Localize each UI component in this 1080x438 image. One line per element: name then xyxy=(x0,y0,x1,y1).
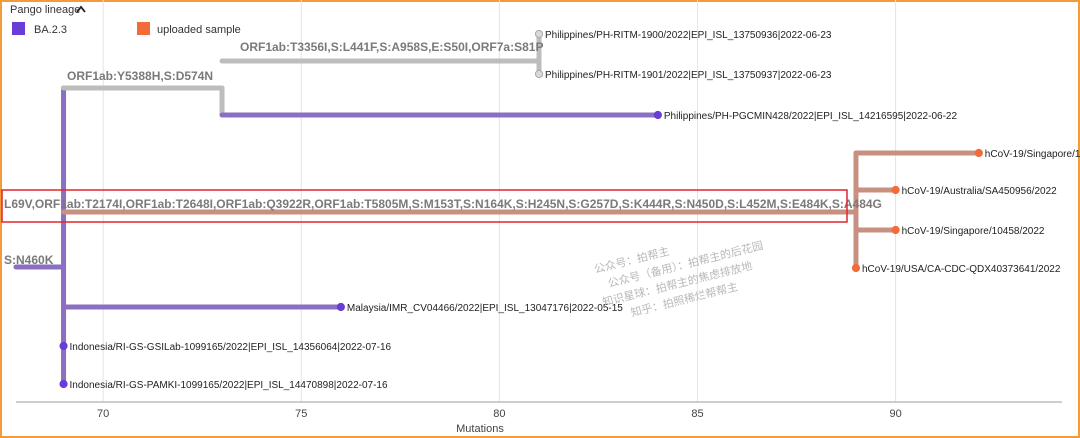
legend-label-uploaded[interactable]: uploaded sample xyxy=(157,24,241,36)
x-tick-label-75: 75 xyxy=(295,408,307,420)
tip-label[interactable]: Indonesia/RI-GS-PAMKI-1099165/2022|EPI_I… xyxy=(70,380,388,391)
tip-label[interactable]: Indonesia/RI-GS-GSILab-1099165/2022|EPI_… xyxy=(70,342,392,353)
tip-node[interactable] xyxy=(653,110,662,120)
tip-label[interactable]: hCoV-19/Australia/SA450956/2022 xyxy=(902,186,1058,197)
branch-label-s-n460k: S:N460K xyxy=(4,253,54,267)
branch-label-orf1ab-y5388h: ORF1ab:Y5388H,S:D574N xyxy=(67,69,213,83)
phylogenetic-tree-chart: Pango lineage BA.2.3 uploaded sample 70 7… xyxy=(1,0,1080,435)
tip-node[interactable] xyxy=(534,29,544,39)
x-tick-label-70: 70 xyxy=(97,408,109,420)
tip-label[interactable]: hCoV-19/Singapore/10458/2022 xyxy=(902,226,1045,237)
legend-swatch-ba23[interactable] xyxy=(12,22,25,35)
legend: Pango lineage BA.2.3 uploaded sample xyxy=(10,4,241,36)
x-tick-label-90: 90 xyxy=(889,408,901,420)
tip-node[interactable] xyxy=(59,341,68,351)
tip-label[interactable]: hCoV-19/Singapore/1081 xyxy=(985,149,1080,160)
tip-node[interactable] xyxy=(891,225,900,235)
tip-label[interactable]: hCoV-19/USA/CA-CDC-QDX40373641/2022 xyxy=(862,264,1061,275)
tip-node[interactable] xyxy=(336,302,345,312)
tip-node[interactable] xyxy=(534,69,544,79)
x-tick-label-80: 80 xyxy=(493,408,505,420)
tip-label[interactable]: Malaysia/IMR_CV04466/2022|EPI_ISL_130471… xyxy=(347,303,623,314)
tip-node[interactable] xyxy=(974,148,983,158)
legend-label-ba23[interactable]: BA.2.3 xyxy=(34,24,67,36)
tip-label[interactable]: Philippines/PH-RITM-1900/2022|EPI_ISL_13… xyxy=(545,30,832,41)
tip-node[interactable] xyxy=(891,185,900,195)
branch-label-l69v: L69V,ORF1ab:T2174I,ORF1ab:T2648I,ORF1ab:… xyxy=(4,197,882,211)
tip-label[interactable]: Philippines/PH-PGCMIN428/2022|EPI_ISL_14… xyxy=(664,111,958,122)
tip-node[interactable] xyxy=(851,263,861,273)
x-tick-label-85: 85 xyxy=(691,408,703,420)
branch-label-orf1ab-t3356i: ORF1ab:T3356I,S:L441F,S:A958S,E:S50I,ORF… xyxy=(240,40,543,54)
legend-title: Pango lineage xyxy=(10,4,80,16)
legend-swatch-uploaded[interactable] xyxy=(137,22,150,35)
x-tick-labels: 70 75 80 85 90 xyxy=(97,408,902,420)
tip-node[interactable] xyxy=(59,379,68,389)
x-axis-title: Mutations xyxy=(456,423,504,435)
tip-label[interactable]: Philippines/PH-RITM-1901/2022|EPI_ISL_13… xyxy=(545,70,832,81)
